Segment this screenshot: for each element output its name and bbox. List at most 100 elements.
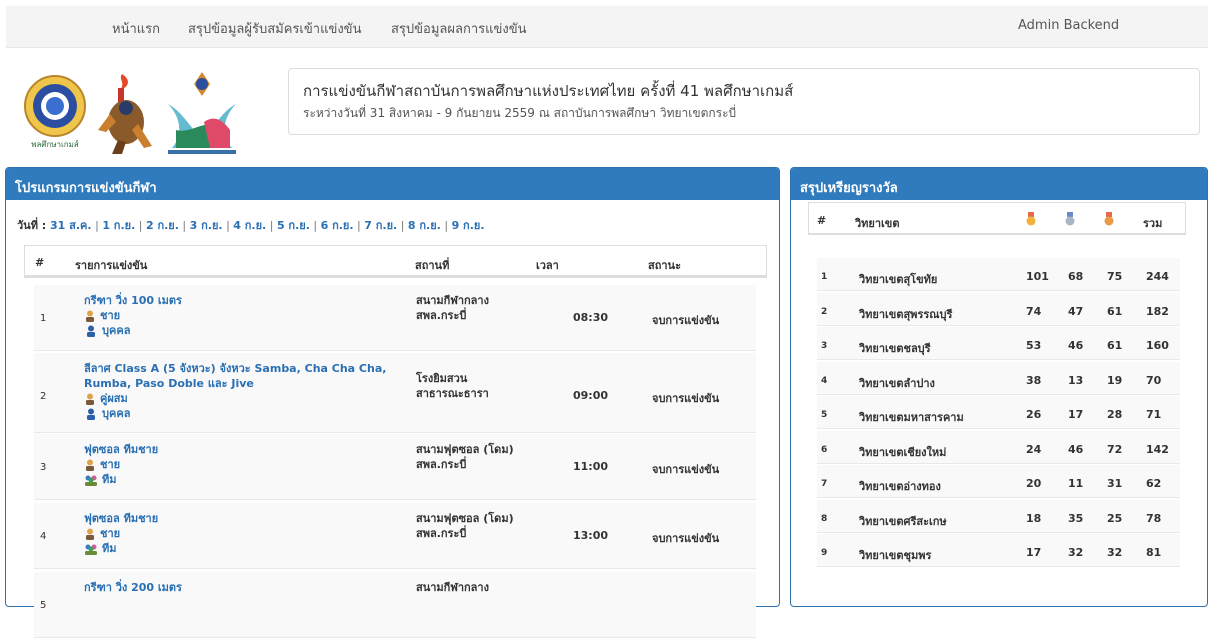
day-label: วันที่ :: [17, 219, 47, 232]
venue-cell: สนามกีฬากลางสพล.กระบี่: [416, 293, 489, 323]
team-icon: [85, 544, 97, 555]
nav-results-summary[interactable]: สรุปข้อมูลผลการแข่งขัน: [391, 18, 527, 39]
col-time: เวลา: [536, 259, 559, 272]
medal-row: 1 วิทยาเขตสุโขทัย 101 68 75 244: [817, 258, 1180, 291]
day-link[interactable]: 31 ส.ค.: [50, 219, 92, 232]
event-cell: ลีลาศ Class A (5 จังหวะ) จังหวะ Samba, C…: [84, 361, 386, 421]
event-name[interactable]: ฟุตซอล ทีมชาย: [84, 511, 158, 526]
event-cell: ฟุตซอล ทีมชาย ชาย ทีม: [84, 442, 158, 487]
event-name[interactable]: ลีลาศ Class A (5 จังหวะ) จังหวะ Samba, C…: [84, 361, 386, 376]
total-count: 160: [1146, 339, 1169, 352]
nav-admin-backend[interactable]: Admin Backend: [1018, 18, 1119, 33]
row-number: 1: [40, 313, 47, 324]
bronze-count: 61: [1107, 339, 1123, 352]
type-label: บุคคล: [102, 324, 131, 337]
silver-count: 46: [1068, 442, 1084, 456]
gold-count: 20: [1026, 477, 1042, 490]
silver-count: 68: [1068, 270, 1084, 283]
rank: 3: [821, 341, 828, 351]
medal-row: 3 วิทยาเขตชลบุรี 53 46 61 160: [817, 327, 1180, 360]
rank: 2: [821, 306, 828, 317]
time-cell: 08:30: [573, 311, 609, 324]
col-total: รวม: [1143, 217, 1163, 230]
campus-name: วิทยาเขตสุพรรณบุรี: [859, 307, 953, 321]
event-header: การแข่งขันกีฬาสถาบันการพลศึกษาแห่งประเทศ…: [288, 68, 1200, 135]
day-link[interactable]: 6 ก.ย.: [321, 219, 354, 232]
rank: 7: [821, 479, 828, 489]
silver-count: 13: [1068, 373, 1084, 387]
event-cell: ฟุตซอล ทีมชาย ชาย ทีม: [84, 511, 158, 556]
medal-table-header: # วิทยาเขต รวม: [808, 202, 1186, 235]
type-line: ทีม: [84, 541, 158, 556]
day-link[interactable]: 1 ก.ย.: [102, 219, 135, 232]
medal-table: # วิทยาเขต รวม: [808, 202, 1186, 235]
gender-line: ชาย: [84, 526, 158, 541]
day-link[interactable]: 3 ก.ย.: [190, 219, 223, 232]
pe-games-logo: พลศึกษาเกมส์: [24, 75, 86, 149]
team-icon: [85, 475, 97, 486]
silver-count: 35: [1068, 511, 1084, 525]
gold-count: 74: [1026, 304, 1042, 318]
nav-applicants-summary[interactable]: สรุปข้อมูลผู้รับสมัครเข้าแข่งขัน: [188, 18, 361, 39]
day-link[interactable]: 8 ก.ย.: [408, 219, 441, 232]
campus-name: วิทยาเขตศรีสะเกษ: [859, 514, 947, 528]
event-name[interactable]: กรีฑา วิ่ง 100 เมตร: [84, 293, 182, 308]
event-name[interactable]: Rumba, Paso Doble และ Jive: [84, 376, 386, 391]
rank: 9: [821, 548, 828, 558]
svg-text:พลศึกษาเกมส์: พลศึกษาเกมส์: [31, 139, 79, 149]
campus-name: วิทยาเขตมหาสารคาม: [859, 411, 964, 424]
event-name[interactable]: กรีฑา วิ่ง 200 เมตร: [84, 580, 182, 595]
bronze-count: 61: [1107, 304, 1123, 318]
bronze-count: 31: [1107, 477, 1123, 490]
gold-count: 24: [1026, 442, 1042, 456]
time-cell: 13:00: [573, 529, 609, 542]
row-number: 2: [40, 391, 47, 402]
rank: 1: [821, 272, 828, 282]
medal-row: 6 วิทยาเขตเชียงใหม่ 24 46 72 142: [817, 430, 1180, 464]
day-link[interactable]: 4 ก.ย.: [233, 219, 266, 232]
torch-mascot-logo: [98, 74, 152, 154]
event-name[interactable]: ฟุตซอล ทีมชาย: [84, 442, 158, 457]
gold-count: 26: [1026, 408, 1042, 421]
schedule-panel-title: โปรแกรมการแข่งขันกีฬา: [6, 168, 779, 200]
medal-row: 5 วิทยาเขตมหาสารคาม 26 17 28 71: [817, 396, 1180, 429]
gender-label: คู่ผสม: [100, 392, 128, 405]
col-status: สถานะ: [648, 259, 681, 272]
person-icon: [87, 325, 95, 337]
schedule-table: # รายการแข่งขัน สถานที่ เวลา สถานะ: [24, 245, 767, 278]
gold-medal-icon: [1026, 212, 1036, 226]
gender-icon: [86, 459, 94, 471]
status-cell: จบการแข่งขัน: [652, 463, 720, 476]
day-link[interactable]: 2 ก.ย.: [146, 219, 179, 232]
day-link[interactable]: 7 ก.ย.: [364, 219, 397, 232]
bronze-count: 75: [1107, 270, 1123, 283]
venue-line: สาธารณะธารา: [416, 387, 489, 400]
medal-row: 7 วิทยาเขตอ่างทอง 20 11 31 62: [817, 465, 1180, 498]
bronze-medal-icon: [1104, 212, 1114, 226]
silver-count: 11: [1068, 477, 1084, 490]
gender-icon: [86, 310, 94, 322]
gold-count: 38: [1026, 373, 1042, 387]
venue-line: สนามฟุตซอล (โดม): [416, 443, 514, 456]
top-navbar: หน้าแรก สรุปข้อมูลผู้รับสมัครเข้าแข่งขัน…: [6, 6, 1208, 48]
medal-row: 9 วิทยาเขตชุมพร 17 32 32 81: [817, 534, 1180, 567]
medal-row: 8 วิทยาเขตศรีสะเกษ 18 35 25 78: [817, 499, 1180, 533]
silver-count: 17: [1068, 408, 1084, 421]
gold-count: 18: [1026, 511, 1042, 525]
col-rank: #: [817, 214, 827, 227]
day-link[interactable]: 9 ก.ย.: [452, 219, 485, 232]
medal-row: 2 วิทยาเขตสุพรรณบุรี 74 47 61 182: [817, 292, 1180, 326]
krabi-campus-logo: [168, 72, 236, 154]
venue-line: สนามกีฬากลาง: [416, 294, 489, 307]
col-event: รายการแข่งขัน: [75, 259, 148, 272]
type-line: บุคคล: [84, 323, 182, 338]
schedule-table-header: # รายการแข่งขัน สถานที่ เวลา สถานะ: [25, 246, 766, 277]
nav-home[interactable]: หน้าแรก: [112, 18, 160, 39]
schedule-row: 1 กรีฑา วิ่ง 100 เมตร ชาย บุคคล สนามกีฬากลาง…: [34, 285, 756, 351]
venue-line: สพล.กระบี่: [416, 309, 467, 322]
venue-line: โรงยิมสวน: [416, 372, 468, 385]
rank: 4: [821, 375, 828, 386]
col-no: #: [35, 256, 45, 269]
day-link[interactable]: 5 ก.ย.: [277, 219, 310, 232]
time-cell: 09:00: [573, 389, 609, 402]
